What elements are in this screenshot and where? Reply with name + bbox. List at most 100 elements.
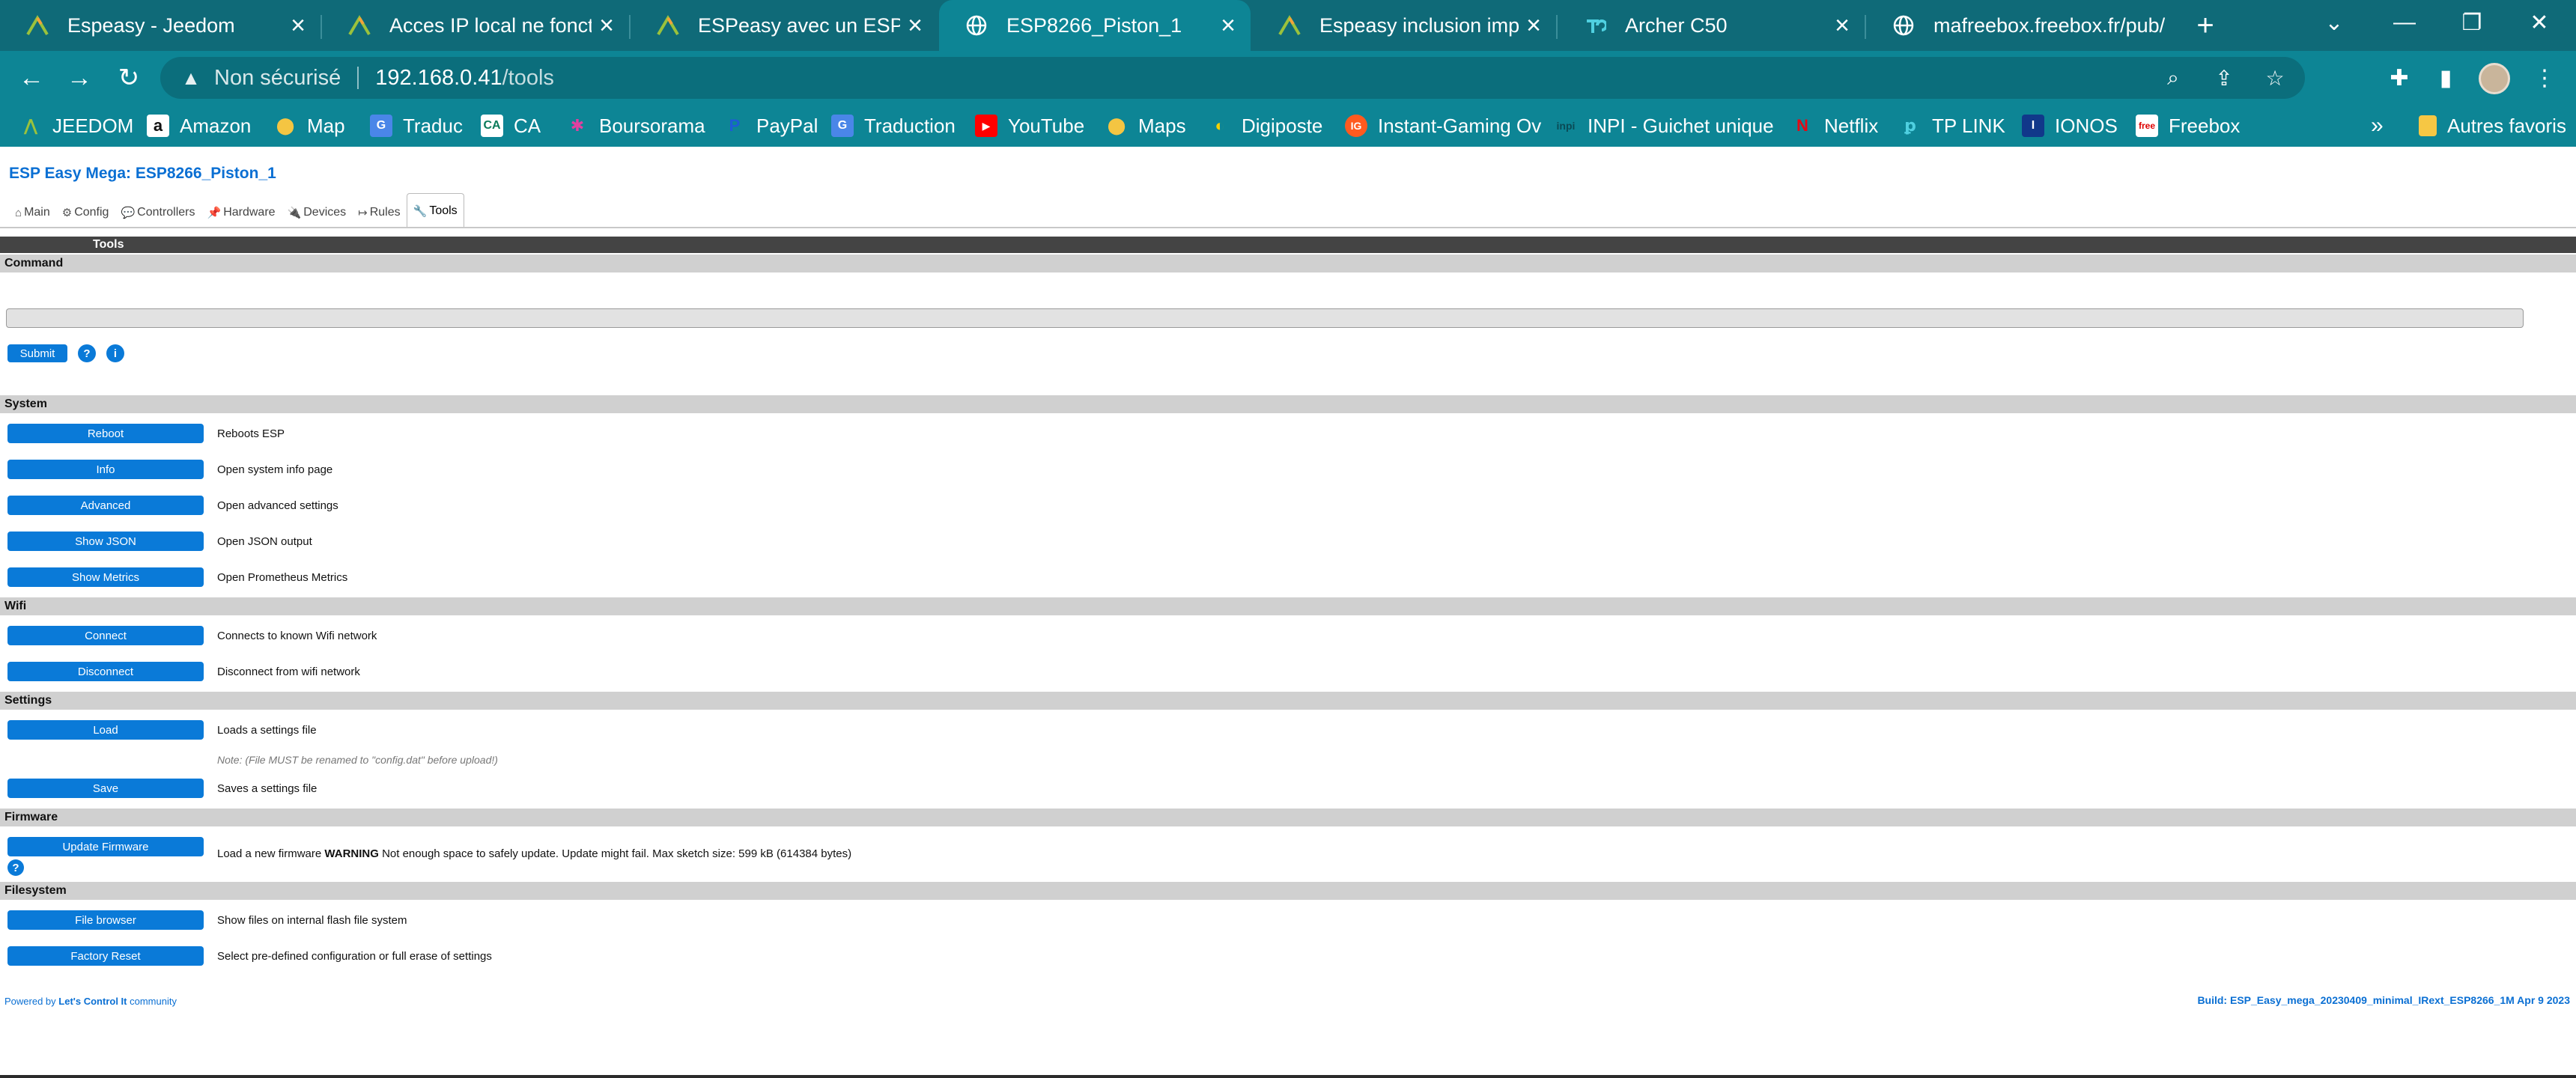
browser-tab-6[interactable]: mafreebox.freebox.fr/pub/ [1866,0,2170,51]
letscontrolit-link[interactable]: Let's Control It [58,996,127,1007]
bookmark-item[interactable]: ⬤ Map [274,111,345,141]
side-panel-icon[interactable]: ▮ [2429,61,2462,94]
menu-kebab-icon[interactable]: ⋮ [2528,61,2561,94]
reboot-button[interactable]: Reboot [7,424,204,443]
restore-icon[interactable]: ❐ [2438,0,2506,45]
bookmark-item[interactable]: G Traduc [370,111,463,141]
bookmarks-bar: ⋀ JEEDOM a Amazon ⬤ Map G Traduc CA CA ✱ Bours… [0,105,2576,147]
close-icon[interactable]: × [1213,11,1243,40]
info-icon[interactable]: i [106,344,124,362]
info-button[interactable]: Info [7,460,204,479]
help-icon[interactable]: ? [78,344,96,362]
address-host: 192.168.0.41 [375,65,502,90]
pin-icon: 📌 [207,207,222,219]
tab-controllers[interactable]: 💬 Controllers [115,198,201,228]
bookmark-item[interactable]: ꝑ TP LINK [1899,111,2005,141]
globe-icon [1892,13,1916,37]
bookmark-star-icon[interactable]: ☆ [2260,63,2290,93]
browser-tab-2[interactable]: ESPeasy avec un ESP8266- × [631,0,938,51]
main-menu: ⌂ Main ⚙ Config 💬 Controllers 📌 Hardware 🔌 De… [9,193,464,228]
connect-button[interactable]: Connect [7,626,204,645]
firmware-warning: WARNING [324,847,379,860]
paypal-icon: P [729,116,741,135]
bookmark-item[interactable]: G Traduction [831,111,956,141]
reload-icon[interactable]: ↻ [112,61,145,94]
browser-tab-3-active[interactable]: ESP8266_Piston_1 × [939,0,1251,51]
warning-icon[interactable]: ▲ [180,67,202,89]
tab-search-icon[interactable]: ⌄ [2300,0,2368,45]
close-icon[interactable]: × [900,11,930,40]
bookmark-item[interactable]: free Freebox [2136,111,2240,141]
other-favorites-folder[interactable]: Autres favoris [2419,111,2566,141]
bookmark-item[interactable]: ✱ Boursorama [566,111,705,141]
ca-icon: CA [481,115,503,137]
maps-pin-icon: ⬤ [1107,116,1126,135]
inpi-icon: inpi [1556,120,1576,132]
info-desc: Open system info page [217,463,333,476]
command-input[interactable] [6,308,2524,328]
instant-gaming-icon: IG [1345,115,1367,137]
bookmark-item[interactable]: ▶ YouTube [975,111,1084,141]
bookmark-item[interactable]: IG Instant-Gaming Ov [1345,111,1541,141]
globe-icon [965,13,988,37]
tab-title: ESP8266_Piston_1 [1006,13,1182,37]
load-button[interactable]: Load [7,720,204,740]
close-icon[interactable]: × [283,11,313,40]
browser-tab-5[interactable]: Archer C50 × [1558,0,1865,51]
tab-title: Espeasy - Jeedom [67,13,235,37]
close-icon[interactable]: × [592,11,622,40]
bookmark-item[interactable]: I IONOS [2022,111,2118,141]
factory-reset-button[interactable]: Factory Reset [7,946,204,966]
show-json-button[interactable]: Show JSON [7,532,204,551]
save-button[interactable]: Save [7,779,204,798]
section-firmware: Firmware [0,808,2576,826]
bookmark-item[interactable]: a Amazon [147,111,251,141]
bookmark-item[interactable]: CA CA [481,111,541,141]
tab-hardware[interactable]: 📌 Hardware [201,198,282,228]
window-close-icon[interactable]: ✕ [2506,0,2573,45]
back-icon[interactable]: ← [15,61,48,94]
bookmark-item[interactable]: N Netflix [1791,111,1878,141]
firmware-help-icon[interactable]: ? [7,859,24,876]
show-metrics-button[interactable]: Show Metrics [7,567,204,587]
update-firmware-button[interactable]: Update Firmware [7,837,204,856]
extensions-icon[interactable]: ✚ [2383,61,2416,94]
new-tab-button[interactable]: + [2179,0,2232,51]
bookmark-item[interactable]: P PayPal [723,111,818,141]
show-metrics-desc: Open Prometheus Metrics [217,571,348,584]
jeedom-icon: ⋀ [23,116,38,135]
submit-button[interactable]: Submit [7,344,67,362]
bookmark-item[interactable]: ⬤ Maps [1105,111,1186,141]
more-bookmarks-button[interactable]: » [2371,111,2384,141]
bookmark-item[interactable]: inpi INPI - Guichet unique [1555,111,1774,141]
address-bar[interactable]: ▲ Non sécurisé 192.168.0.41 /tools ⌕ ⇪ ☆ [160,57,2305,99]
tab-title: mafreebox.freebox.fr/pub/ [1933,13,2166,37]
footer-build: Build: ESP_Easy_mega_20230409_minimal_IR… [2197,994,2570,1006]
tab-main[interactable]: ⌂ Main [9,198,56,228]
forward-icon[interactable]: → [63,61,96,94]
avatar[interactable] [2479,63,2510,94]
tab-rules[interactable]: ↦ Rules [352,198,406,228]
file-browser-button[interactable]: File browser [7,910,204,930]
browser-tab-1[interactable]: Acces IP local ne fonctionn × [322,0,629,51]
bookmark-item[interactable]: ◐ Digiposte [1209,111,1322,141]
close-icon[interactable]: × [1519,11,1549,40]
disconnect-button[interactable]: Disconnect [7,662,204,681]
minimize-icon[interactable]: — [2371,0,2438,45]
section-settings: Settings [0,692,2576,710]
bookmark-item[interactable]: ⋀ JEEDOM [19,111,134,141]
browser-tab-0[interactable]: Espeasy - Jeedom × [0,0,321,51]
tab-devices[interactable]: 🔌 Devices [282,198,353,228]
browser-tab-4[interactable]: Espeasy inclusion impossib × [1252,0,1556,51]
gear-icon: ⚙ [61,207,73,219]
zoom-icon[interactable]: ⌕ [2158,63,2188,93]
advanced-button[interactable]: Advanced [7,496,204,515]
folder-icon [2419,115,2437,136]
close-icon[interactable]: × [1827,11,1857,40]
tab-title: Acces IP local ne fonctionn [389,13,592,37]
share-icon[interactable]: ⇪ [2209,63,2239,93]
section-wifi: Wifi [0,597,2576,615]
tab-config[interactable]: ⚙ Config [56,198,115,228]
tab-tools[interactable]: 🔧 Tools [406,193,464,228]
jeedom-icon [1278,13,1301,37]
